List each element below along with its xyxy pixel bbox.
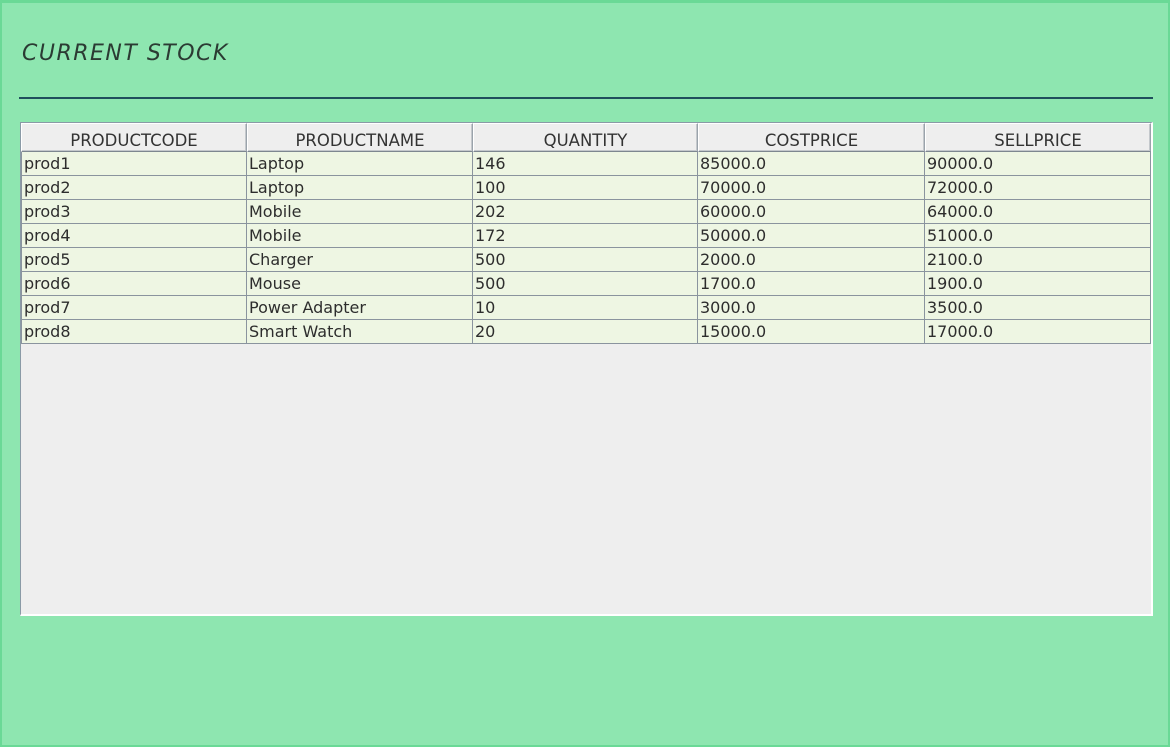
table-cell-productcode[interactable]: prod1 [21,152,247,176]
table-cell-costprice[interactable]: 2000.0 [698,248,925,272]
table-cell-productname[interactable]: Laptop [247,152,473,176]
column-header-productname[interactable]: PRODUCTNAME [247,123,473,152]
stock-table[interactable]: PRODUCTCODE PRODUCTNAME QUANTITY COSTPRI… [21,123,1151,344]
stock-table-scroll-pane[interactable]: PRODUCTCODE PRODUCTNAME QUANTITY COSTPRI… [20,122,1153,616]
table-cell-sellprice[interactable]: 3500.0 [925,296,1151,320]
table-cell-productname[interactable]: Smart Watch [247,320,473,344]
column-header-costprice[interactable]: COSTPRICE [698,123,925,152]
table-cell-sellprice[interactable]: 2100.0 [925,248,1151,272]
table-cell-costprice[interactable]: 85000.0 [698,152,925,176]
table-cell-costprice[interactable]: 70000.0 [698,176,925,200]
title-divider [19,97,1153,99]
table-cell-sellprice[interactable]: 1900.0 [925,272,1151,296]
column-header-sellprice[interactable]: SELLPRICE [925,123,1151,152]
column-header-productcode[interactable]: PRODUCTCODE [21,123,247,152]
table-cell-productcode[interactable]: prod7 [21,296,247,320]
table-cell-productname[interactable]: Mobile [247,224,473,248]
table-cell-quantity[interactable]: 202 [473,200,698,224]
table-cell-quantity[interactable]: 10 [473,296,698,320]
table-cell-productname[interactable]: Power Adapter [247,296,473,320]
table-cell-productcode[interactable]: prod8 [21,320,247,344]
table-cell-costprice[interactable]: 15000.0 [698,320,925,344]
table-cell-productcode[interactable]: prod4 [21,224,247,248]
table-cell-costprice[interactable]: 60000.0 [698,200,925,224]
table-cell-sellprice[interactable]: 90000.0 [925,152,1151,176]
table-cell-costprice[interactable]: 1700.0 [698,272,925,296]
table-cell-productcode[interactable]: prod6 [21,272,247,296]
page-title: CURRENT STOCK [22,41,229,66]
table-cell-productcode[interactable]: prod2 [21,176,247,200]
table-cell-quantity[interactable]: 100 [473,176,698,200]
table-cell-costprice[interactable]: 3000.0 [698,296,925,320]
table-cell-productname[interactable]: Laptop [247,176,473,200]
table-cell-productcode[interactable]: prod5 [21,248,247,272]
table-cell-productname[interactable]: Charger [247,248,473,272]
table-cell-sellprice[interactable]: 72000.0 [925,176,1151,200]
table-cell-quantity[interactable]: 500 [473,272,698,296]
table-cell-productname[interactable]: Mobile [247,200,473,224]
table-cell-quantity[interactable]: 500 [473,248,698,272]
column-header-quantity[interactable]: QUANTITY [473,123,698,152]
table-cell-productcode[interactable]: prod3 [21,200,247,224]
table-cell-quantity[interactable]: 172 [473,224,698,248]
table-cell-productname[interactable]: Mouse [247,272,473,296]
table-cell-quantity[interactable]: 20 [473,320,698,344]
table-cell-sellprice[interactable]: 64000.0 [925,200,1151,224]
table-cell-costprice[interactable]: 50000.0 [698,224,925,248]
table-cell-sellprice[interactable]: 17000.0 [925,320,1151,344]
stock-window: CURRENT STOCK PRODUCTCODE PRODUCTNAME QU… [0,0,1170,747]
table-cell-quantity[interactable]: 146 [473,152,698,176]
table-cell-sellprice[interactable]: 51000.0 [925,224,1151,248]
